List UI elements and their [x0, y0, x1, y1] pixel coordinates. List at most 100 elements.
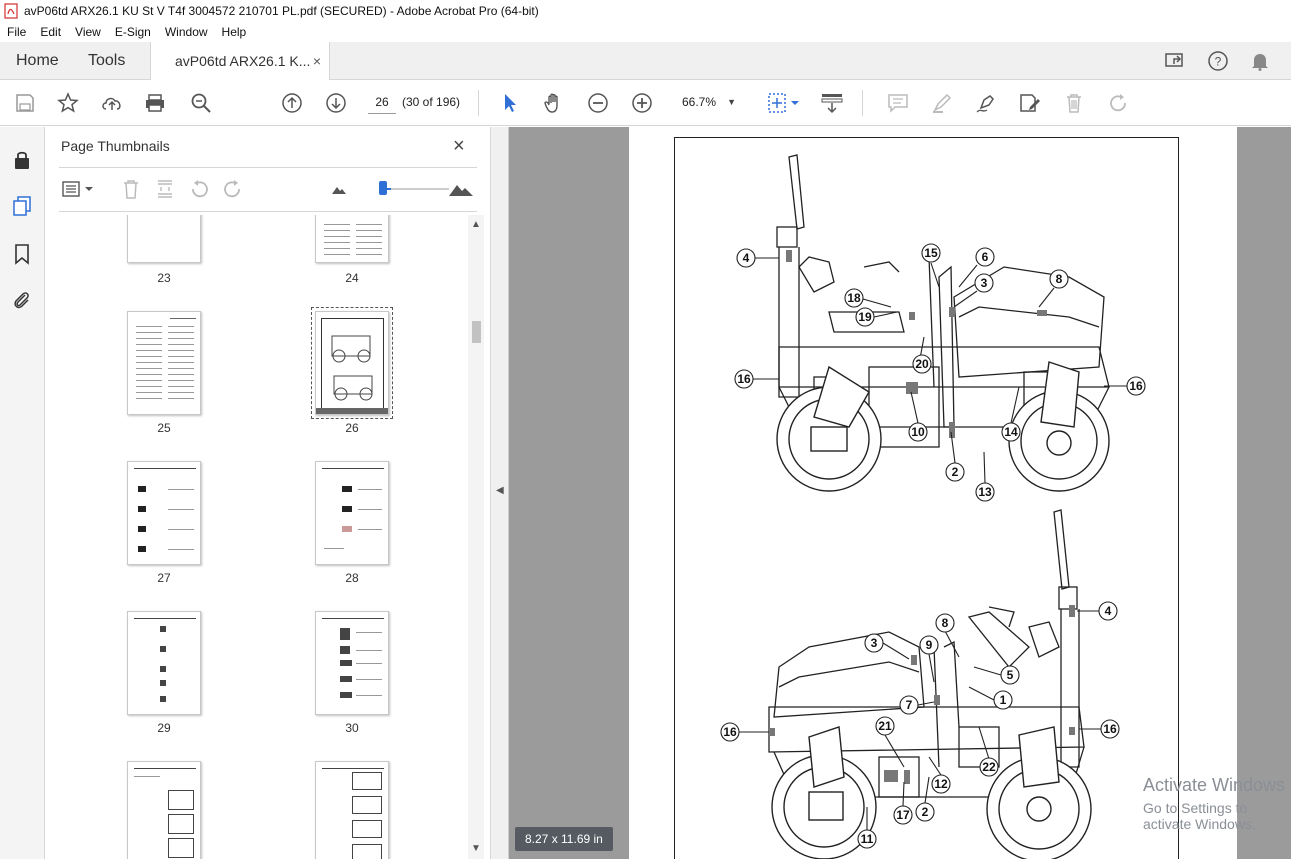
delete-trash-icon[interactable]	[1062, 91, 1086, 115]
previous-page-icon[interactable]	[280, 91, 304, 115]
edit-document-icon[interactable]	[1018, 91, 1042, 115]
page-thumbnail-label: 25	[157, 421, 171, 435]
callout-label: 6	[982, 250, 989, 264]
page-thumbnail[interactable]	[127, 215, 201, 263]
page-thumbnail[interactable]	[127, 611, 201, 715]
save-icon[interactable]	[13, 91, 37, 115]
page-thumbnail-label: 29	[157, 721, 171, 735]
page-thumbnail-label: 28	[345, 571, 359, 585]
rotate-clockwise-icon[interactable]	[221, 177, 245, 201]
page-thumbnail[interactable]	[127, 461, 201, 565]
tab-document[interactable]: avP06td ARX26.1 K... ×	[150, 41, 330, 80]
window-title: avP06td ARX26.1 KU St V T4f 3004572 2107…	[24, 4, 539, 18]
callout-label: 16	[1129, 379, 1143, 393]
small-thumbnail-icon[interactable]	[327, 177, 351, 201]
watermark-line-2: Go to Settings to activate Windows.	[1143, 800, 1256, 832]
sign-pen-icon[interactable]	[974, 91, 998, 115]
panel-collapse-handle[interactable]: ◀	[491, 127, 509, 859]
rotate-counterclockwise-icon[interactable]	[187, 177, 211, 201]
menu-help[interactable]: Help	[215, 25, 254, 39]
large-thumbnail-icon[interactable]	[447, 177, 475, 201]
zoom-out-icon[interactable]	[586, 91, 610, 115]
options-menu-icon[interactable]	[61, 177, 95, 201]
pdf-page: 4 15 6 3 8 18 19 20 16 16 14 10 2 13 4 8…	[629, 127, 1237, 859]
callout-label: 16	[737, 372, 751, 386]
thumbnail-size-slider[interactable]	[381, 188, 449, 190]
title-bar: avP06td ARX26.1 KU St V T4f 3004572 2107…	[0, 0, 1291, 22]
tab-home[interactable]: Home	[0, 42, 70, 80]
zoom-in-icon[interactable]	[630, 91, 654, 115]
chevron-down-icon: ▼	[727, 97, 736, 107]
page-thumbnails-icon[interactable]	[11, 195, 33, 217]
watermark-line-1: Activate Windows	[1143, 775, 1286, 795]
notification-bell-icon[interactable]	[1249, 50, 1271, 72]
callout-label: 8	[1056, 272, 1063, 286]
callout-label: 17	[896, 808, 910, 822]
comment-icon[interactable]	[886, 91, 910, 115]
callout-label: 22	[982, 760, 996, 774]
callout-label: 18	[847, 291, 861, 305]
page-thumbnails-panel: Page Thumbnails × 23 24 25 26 27 28 29 3…	[45, 127, 491, 859]
menu-window[interactable]: Window	[158, 25, 215, 39]
redo-icon[interactable]	[1106, 91, 1130, 115]
security-lock-icon[interactable]	[11, 149, 33, 171]
document-view[interactable]: 4 15 6 3 8 18 19 20 16 16 14 10 2 13 4 8…	[509, 127, 1291, 859]
page-thumbnail[interactable]	[315, 461, 389, 565]
scroll-down-icon[interactable]: ▼	[471, 843, 481, 854]
zoom-level-select[interactable]: 66.7% ▼	[670, 90, 742, 114]
page-thumbnail[interactable]	[315, 611, 389, 715]
highlight-pen-icon[interactable]	[930, 91, 954, 115]
bookmarks-icon[interactable]	[11, 243, 33, 265]
chevron-left-icon[interactable]: ◀	[496, 485, 504, 496]
page-thumbnail[interactable]	[315, 761, 389, 859]
machine-illustration: 4 15 6 3 8 18 19 20 16 16 14 10 2 13 4 8…	[720, 154, 1146, 859]
thumbnail-size-slider-thumb[interactable]	[379, 181, 387, 195]
select-cursor-icon[interactable]	[498, 91, 522, 115]
help-icon[interactable]: ?	[1207, 50, 1229, 72]
page-thumbnail-selected[interactable]	[311, 307, 393, 419]
page-thumbnail-label: 30	[345, 721, 359, 735]
next-page-icon[interactable]	[324, 91, 348, 115]
extract-pages-icon[interactable]	[153, 177, 177, 201]
scrollbar-thumb[interactable]	[472, 321, 481, 343]
panel-close-icon[interactable]: ×	[453, 135, 465, 158]
callout-label: 3	[871, 636, 878, 650]
panel-divider	[59, 167, 477, 168]
page-thumbnail[interactable]	[127, 311, 201, 415]
callout-label: 8	[942, 616, 949, 630]
page-thumbnail[interactable]	[315, 215, 389, 263]
upload-cloud-icon[interactable]	[100, 91, 124, 115]
callout-label: 21	[878, 719, 892, 733]
scroll-mode-icon[interactable]	[820, 91, 844, 115]
menu-file[interactable]: File	[0, 25, 33, 39]
bookmark-star-icon[interactable]	[56, 91, 80, 115]
callout-label: 2	[952, 465, 959, 479]
callout-label: 4	[1105, 604, 1112, 618]
fit-page-icon[interactable]	[764, 91, 804, 115]
scroll-up-icon[interactable]: ▲	[471, 219, 481, 230]
menu-esign[interactable]: E-Sign	[108, 25, 158, 39]
tab-document-label: avP06td ARX26.1 K...	[175, 52, 311, 69]
toolbar-divider	[478, 90, 479, 116]
callout-label: 13	[978, 485, 992, 499]
menu-view[interactable]: View	[68, 25, 108, 39]
share-screen-icon[interactable]	[1165, 50, 1187, 72]
activation-watermark: Activate Windows Go to Settings to activ…	[1143, 775, 1291, 832]
zoom-search-icon[interactable]	[189, 91, 213, 115]
callout-label: 14	[1004, 425, 1018, 439]
tab-tools[interactable]: Tools	[70, 42, 150, 80]
menu-edit[interactable]: Edit	[33, 25, 68, 39]
delete-pages-icon[interactable]	[119, 177, 143, 201]
thumbnail-scrollbar[interactable]: ▲ ▼	[468, 215, 484, 859]
page-number-input[interactable]: 26	[368, 90, 396, 114]
menu-bar: File Edit View E-Sign Window Help	[0, 22, 1291, 42]
tab-close-icon[interactable]: ×	[313, 53, 321, 69]
page-thumbnail[interactable]	[127, 761, 201, 859]
hand-tool-icon[interactable]	[542, 91, 566, 115]
toolbar-divider	[862, 90, 863, 116]
callout-label: 1	[1000, 693, 1007, 707]
print-icon[interactable]	[143, 91, 167, 115]
callout-label: 11	[861, 832, 874, 846]
callout-label: 4	[743, 251, 750, 265]
attachments-paperclip-icon[interactable]	[11, 289, 33, 311]
